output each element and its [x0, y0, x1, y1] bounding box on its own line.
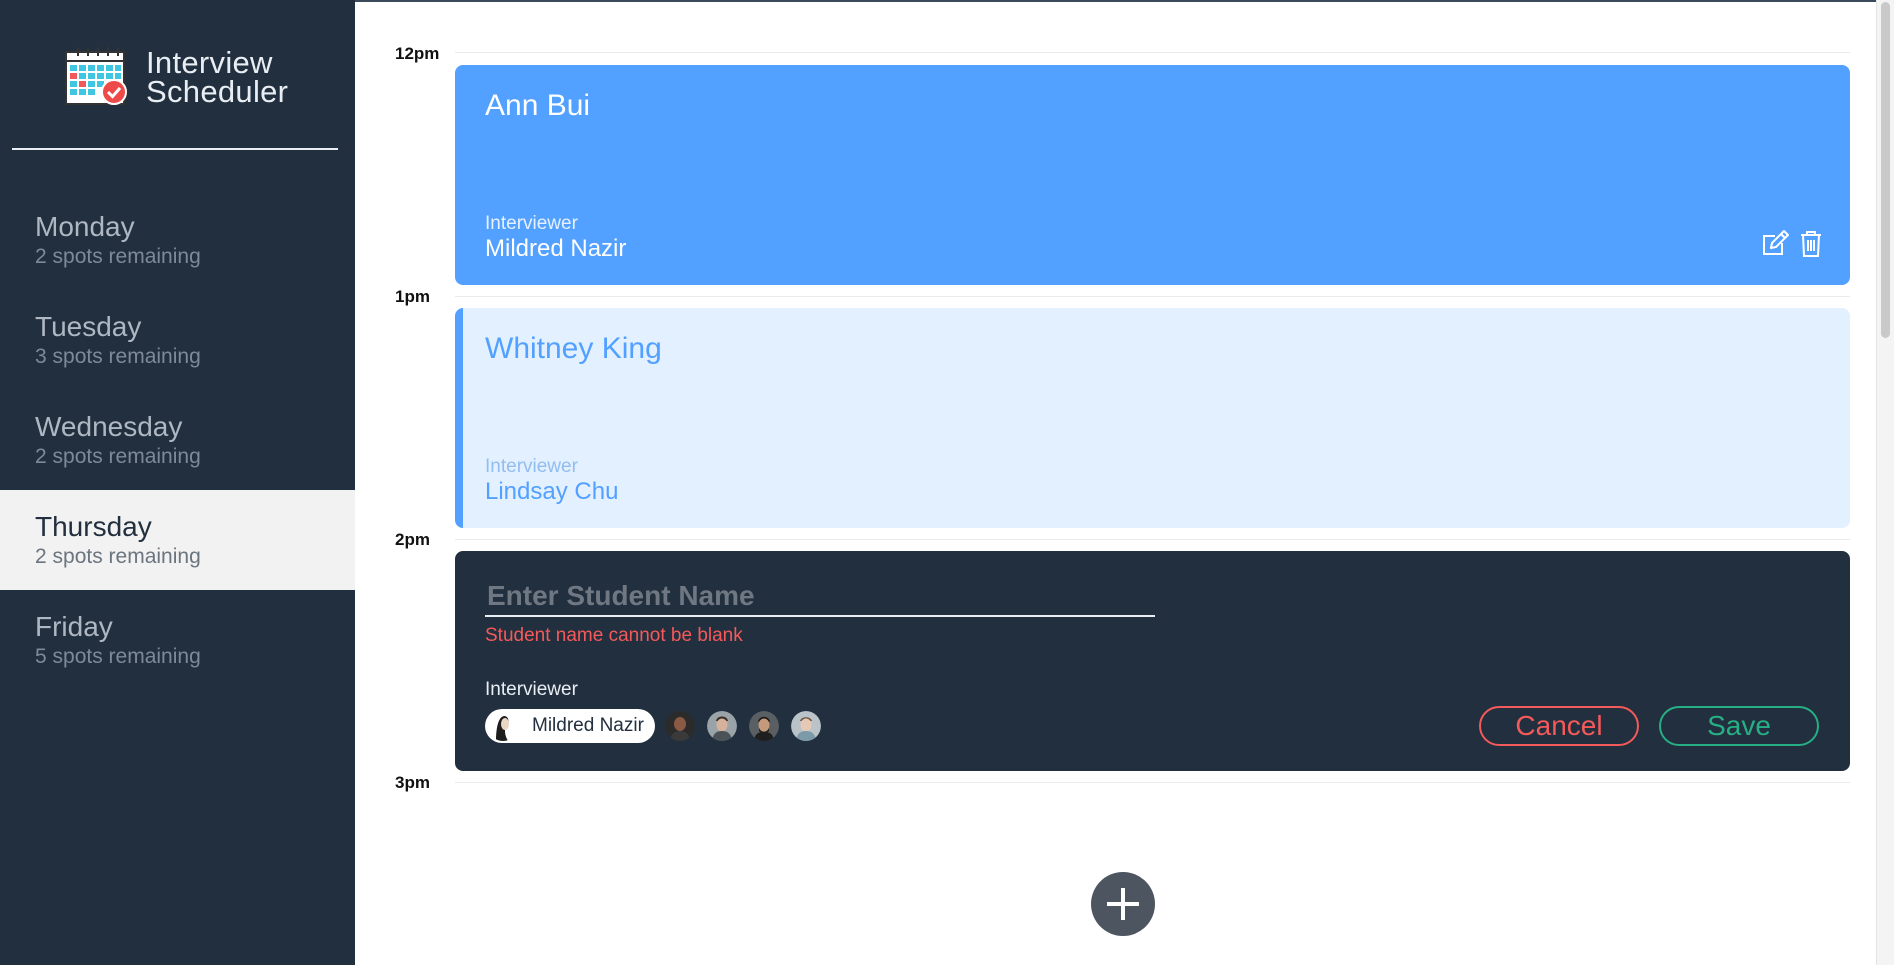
day-name: Monday: [35, 211, 135, 242]
scrollbar[interactable]: [1876, 0, 1894, 965]
calendar-check-icon: [65, 47, 127, 105]
day-item-friday[interactable]: Friday 5 spots remaining: [0, 590, 355, 690]
appointment-interviewer-label: Interviewer: [485, 213, 578, 234]
cancel-button[interactable]: Cancel: [1479, 706, 1639, 746]
brand-line-1: Interview: [146, 45, 273, 80]
appointment-student: Whitney King: [485, 332, 662, 365]
student-name-input[interactable]: [485, 577, 1155, 617]
scrollbar-thumb[interactable]: [1881, 2, 1890, 338]
appointment-interviewer-label: Interviewer: [485, 456, 578, 477]
edit-icon[interactable]: [1760, 229, 1790, 259]
time-divider: [455, 52, 1850, 53]
brand: Interview Scheduler: [64, 46, 288, 108]
plus-icon: [1107, 888, 1139, 920]
appointment-student: Ann Bui: [485, 89, 591, 122]
interviewer-avatar[interactable]: [749, 711, 779, 741]
day-item-monday[interactable]: Monday 2 spots remaining: [0, 190, 355, 290]
day-spots: 3 spots remaining: [35, 345, 201, 368]
brand-title: Interview Scheduler: [146, 45, 289, 109]
day-spots: 2 spots remaining: [35, 245, 201, 268]
avatar: [488, 711, 518, 741]
day-name: Tuesday: [35, 311, 142, 342]
add-appointment-button[interactable]: [1091, 872, 1155, 936]
appointment-whitney-king[interactable]: Whitney King Interviewer Lindsay Chu: [455, 308, 1850, 528]
day-spots: 2 spots remaining: [35, 445, 201, 468]
validation-error: Student name cannot be blank: [485, 625, 743, 646]
trash-icon[interactable]: [1796, 229, 1826, 259]
top-border: [355, 0, 1894, 2]
interviewer-avatar[interactable]: [707, 711, 737, 741]
day-spots: 2 spots remaining: [35, 545, 201, 568]
interviewer-selected-name: Mildred Nazir: [532, 715, 644, 736]
time-divider: [455, 296, 1850, 297]
day-name: Wednesday: [35, 411, 183, 442]
time-divider: [455, 782, 1850, 783]
interviewer-selected[interactable]: Mildred Nazir: [485, 709, 655, 743]
day-item-tuesday[interactable]: Tuesday 3 spots remaining: [0, 290, 355, 390]
interviewer-list: Mildred Nazir: [485, 709, 833, 743]
appointment-actions: [1754, 229, 1826, 259]
day-item-thursday[interactable]: Thursday 2 spots remaining: [0, 490, 355, 590]
appointment-form: Student name cannot be blank Interviewer…: [455, 551, 1850, 771]
day-name: Friday: [35, 611, 113, 642]
time-label-1pm: 1pm: [395, 287, 430, 306]
sidebar: Interview Scheduler Monday 2 spots remai…: [0, 0, 355, 965]
interviewer-avatar[interactable]: [791, 711, 821, 741]
appointment-interviewer: Mildred Nazir: [485, 235, 627, 262]
day-spots: 5 spots remaining: [35, 645, 201, 668]
time-label-12pm: 12pm: [395, 44, 440, 63]
save-button[interactable]: Save: [1659, 706, 1819, 746]
brand-divider: [12, 148, 338, 150]
day-list: Monday 2 spots remaining Tuesday 3 spots…: [0, 190, 355, 690]
time-divider: [455, 539, 1850, 540]
time-label-3pm: 3pm: [395, 773, 430, 792]
brand-line-2: Scheduler: [146, 74, 289, 109]
day-item-wednesday[interactable]: Wednesday 2 spots remaining: [0, 390, 355, 490]
interviewer-label: Interviewer: [485, 679, 578, 700]
appointment-ann-bui[interactable]: Ann Bui Interviewer Mildred Nazir: [455, 65, 1850, 285]
day-name: Thursday: [35, 511, 152, 542]
interviewer-avatar[interactable]: [665, 711, 695, 741]
time-label-2pm: 2pm: [395, 530, 430, 549]
appointment-interviewer: Lindsay Chu: [485, 478, 619, 505]
